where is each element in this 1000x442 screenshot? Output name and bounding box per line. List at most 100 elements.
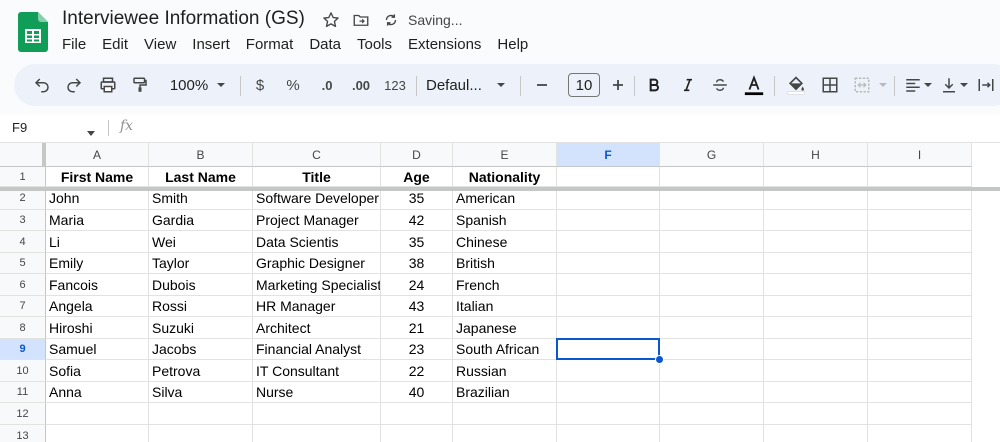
number-format-button[interactable]: 123: [380, 64, 410, 106]
strikethrough-icon[interactable]: [706, 64, 734, 106]
cell-g1[interactable]: [660, 167, 764, 187]
font-size-input[interactable]: 10: [568, 73, 600, 97]
menu-file[interactable]: File: [62, 36, 94, 53]
row-header-1[interactable]: 1: [0, 167, 46, 187]
column-header-b[interactable]: B: [149, 143, 253, 167]
column-header-g[interactable]: G: [660, 143, 764, 167]
column-header-a[interactable]: A: [46, 143, 149, 167]
cell-a11[interactable]: Anna: [46, 382, 149, 403]
redo-icon[interactable]: [60, 64, 88, 106]
cell-a5[interactable]: Emily: [46, 253, 149, 274]
cell-g12[interactable]: [660, 403, 764, 425]
text-color-icon[interactable]: [740, 64, 768, 106]
menu-data[interactable]: Data: [309, 36, 349, 53]
cell-b1[interactable]: Last Name: [149, 167, 253, 187]
borders-icon[interactable]: [816, 64, 844, 106]
cell-c6[interactable]: Marketing Specialist: [253, 274, 381, 296]
italic-icon[interactable]: [674, 64, 702, 106]
column-header-c[interactable]: C: [253, 143, 381, 167]
increase-decimal-button[interactable]: .00: [346, 64, 376, 106]
vertical-align-icon[interactable]: [938, 64, 960, 106]
row-header-12[interactable]: 12: [0, 403, 46, 425]
cell-i11[interactable]: [868, 382, 972, 403]
document-title[interactable]: Interviewee Information (GS): [62, 8, 305, 30]
row-header-5[interactable]: 5: [0, 253, 46, 274]
cell-h12[interactable]: [764, 403, 868, 425]
undo-icon[interactable]: [28, 64, 56, 106]
bold-icon[interactable]: [640, 64, 668, 106]
paint-format-icon[interactable]: [126, 64, 154, 106]
cell-i9[interactable]: [868, 339, 972, 360]
move-folder-icon[interactable]: [352, 11, 370, 29]
cell-a10[interactable]: Sofia: [46, 360, 149, 382]
cell-a13[interactable]: [46, 425, 149, 442]
cell-c13[interactable]: [253, 425, 381, 442]
print-icon[interactable]: [94, 64, 122, 106]
cell-b8[interactable]: Suzuki: [149, 317, 253, 339]
cell-c12[interactable]: [253, 403, 381, 425]
row-header-6[interactable]: 6: [0, 274, 46, 296]
cell-f8[interactable]: [557, 317, 660, 339]
cell-e12[interactable]: [453, 403, 557, 425]
cell-i1[interactable]: [868, 167, 972, 187]
cell-c10[interactable]: IT Consultant: [253, 360, 381, 382]
cell-b13[interactable]: [149, 425, 253, 442]
cell-g8[interactable]: [660, 317, 764, 339]
cell-i5[interactable]: [868, 253, 972, 274]
star-icon[interactable]: [322, 11, 340, 29]
menu-edit[interactable]: Edit: [102, 36, 136, 53]
row-header-9[interactable]: 9: [0, 339, 46, 360]
zoom-select[interactable]: 100%: [164, 64, 214, 106]
cell-b9[interactable]: Jacobs: [149, 339, 253, 360]
cell-a1[interactable]: First Name: [46, 167, 149, 187]
cell-e3[interactable]: Spanish: [453, 210, 557, 231]
cell-d1[interactable]: Age: [381, 167, 453, 187]
cell-g5[interactable]: [660, 253, 764, 274]
align-chevron-down-icon[interactable]: [922, 64, 934, 106]
cell-b7[interactable]: Rossi: [149, 296, 253, 317]
decrease-decimal-button[interactable]: .0: [314, 64, 340, 106]
cell-e7[interactable]: Italian: [453, 296, 557, 317]
cell-g3[interactable]: [660, 210, 764, 231]
cell-d8[interactable]: 21: [381, 317, 453, 339]
font-family-select[interactable]: Defaul...: [426, 64, 488, 106]
cell-d3[interactable]: 42: [381, 210, 453, 231]
cell-b5[interactable]: Taylor: [149, 253, 253, 274]
cell-h13[interactable]: [764, 425, 868, 442]
column-header-i[interactable]: I: [868, 143, 972, 167]
cell-d7[interactable]: 43: [381, 296, 453, 317]
cell-c9[interactable]: Financial Analyst: [253, 339, 381, 360]
cell-a7[interactable]: Angela: [46, 296, 149, 317]
currency-format-button[interactable]: $: [250, 64, 270, 106]
cell-c8[interactable]: Architect: [253, 317, 381, 339]
cell-g11[interactable]: [660, 382, 764, 403]
select-all-corner[interactable]: [0, 143, 46, 167]
cell-h10[interactable]: [764, 360, 868, 382]
cell-d10[interactable]: 22: [381, 360, 453, 382]
cell-a12[interactable]: [46, 403, 149, 425]
cell-g7[interactable]: [660, 296, 764, 317]
cell-d9[interactable]: 23: [381, 339, 453, 360]
cell-i8[interactable]: [868, 317, 972, 339]
cell-e5[interactable]: British: [453, 253, 557, 274]
cell-d5[interactable]: 38: [381, 253, 453, 274]
cell-h1[interactable]: [764, 167, 868, 187]
cell-e1[interactable]: Nationality: [453, 167, 557, 187]
cell-i10[interactable]: [868, 360, 972, 382]
cell-b11[interactable]: Silva: [149, 382, 253, 403]
cell-g6[interactable]: [660, 274, 764, 296]
column-header-f[interactable]: F: [557, 143, 660, 167]
percent-format-button[interactable]: %: [282, 64, 304, 106]
row-header-8[interactable]: 8: [0, 317, 46, 339]
cell-h11[interactable]: [764, 382, 868, 403]
fill-color-icon[interactable]: [782, 64, 810, 106]
cell-b6[interactable]: Dubois: [149, 274, 253, 296]
row-header-4[interactable]: 4: [0, 231, 46, 253]
cell-c7[interactable]: HR Manager: [253, 296, 381, 317]
cell-f10[interactable]: [557, 360, 660, 382]
cell-g13[interactable]: [660, 425, 764, 442]
cell-a9[interactable]: Samuel: [46, 339, 149, 360]
menu-extensions[interactable]: Extensions: [408, 36, 489, 53]
row-header-3[interactable]: 3: [0, 210, 46, 231]
cell-c3[interactable]: Project Manager: [253, 210, 381, 231]
